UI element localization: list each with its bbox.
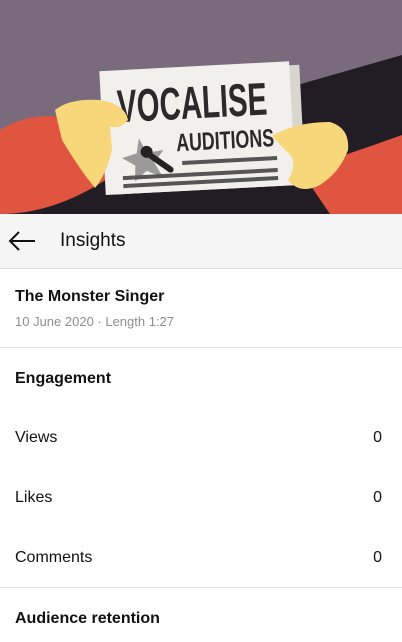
video-thumbnail: VOCALISE AUDITIONS xyxy=(0,0,402,214)
thumbnail-headline: VOCALISE xyxy=(116,73,269,133)
thumbnail-subheadline: AUDITIONS xyxy=(175,124,274,157)
stat-value: 0 xyxy=(373,549,382,566)
arrow-left-icon xyxy=(8,231,35,251)
back-button[interactable] xyxy=(0,214,48,269)
stat-label: Views xyxy=(15,429,58,446)
stat-row-comments: Comments 0 xyxy=(0,528,402,588)
insights-screen: VOCALISE AUDITIONS Insights The Monster … xyxy=(0,0,402,642)
stat-row-likes: Likes 0 xyxy=(0,468,402,528)
video-title: The Monster Singer xyxy=(15,288,165,305)
stat-label: Comments xyxy=(15,549,93,566)
engagement-heading: Engagement xyxy=(15,370,112,387)
section-divider xyxy=(0,587,402,588)
page-title: Insights xyxy=(60,230,126,251)
stat-row-views: Views 0 xyxy=(0,408,402,468)
app-bar: Insights xyxy=(0,214,402,269)
video-meta: 10 June 2020 · Length 1:27 xyxy=(15,314,175,329)
stat-value: 0 xyxy=(373,489,382,506)
stat-value: 0 xyxy=(373,429,382,446)
audience-retention-heading: Audience retention xyxy=(15,610,160,627)
video-info: The Monster Singer 10 June 2020 · Length… xyxy=(0,270,402,348)
stat-label: Likes xyxy=(15,489,53,506)
